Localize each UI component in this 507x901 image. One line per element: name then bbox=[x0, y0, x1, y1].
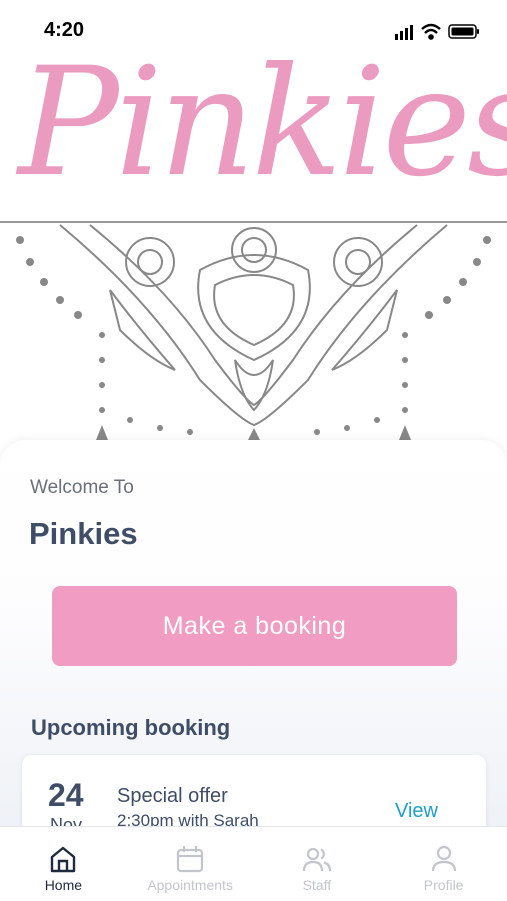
make-booking-button[interactable]: Make a booking bbox=[52, 586, 457, 666]
status-icons bbox=[395, 23, 479, 40]
users-icon bbox=[302, 847, 331, 872]
profile-icon bbox=[431, 845, 456, 872]
tab-label: Home bbox=[44, 877, 83, 893]
wifi-icon bbox=[421, 23, 441, 40]
pinkies-logo: Pinkies bbox=[18, 36, 507, 210]
hero-banner: Pinkies bbox=[0, 0, 507, 450]
welcome-card: Welcome To Pinkies Make a booking Upcomi… bbox=[0, 440, 507, 845]
tab-home[interactable]: Home bbox=[0, 827, 127, 901]
tab-bar: Home Appointments Staff Profile bbox=[0, 826, 507, 901]
calendar-icon bbox=[177, 846, 204, 873]
signal-icon bbox=[395, 25, 413, 40]
booking-day: 24 bbox=[48, 777, 84, 813]
tab-label: Profile bbox=[423, 877, 464, 893]
battery-icon bbox=[448, 24, 479, 39]
tab-staff[interactable]: Staff bbox=[254, 827, 381, 901]
tab-label: Appointments bbox=[147, 877, 233, 893]
upcoming-booking-heading: Upcoming booking bbox=[31, 715, 231, 740]
status-bar: 4:20 bbox=[0, 0, 507, 60]
tab-appointments[interactable]: Appointments bbox=[127, 827, 254, 901]
booking-title: Special offer bbox=[117, 785, 228, 807]
view-booking-link[interactable]: View bbox=[395, 800, 438, 823]
brand-title: Pinkies bbox=[29, 516, 138, 551]
status-time: 4:20 bbox=[44, 19, 85, 41]
tab-profile[interactable]: Profile bbox=[380, 827, 507, 901]
welcome-label: Welcome To bbox=[30, 477, 134, 498]
tab-label: Staff bbox=[302, 877, 332, 893]
home-icon bbox=[51, 846, 76, 873]
